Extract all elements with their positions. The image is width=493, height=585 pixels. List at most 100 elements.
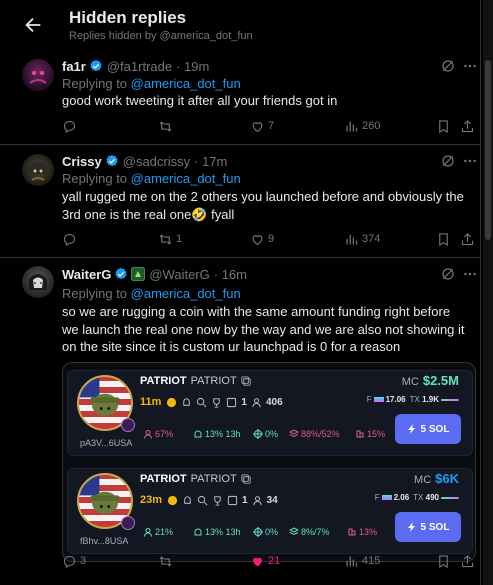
coin-row[interactable]: pA3V...6USA PATRIOT PATRIOT 11m 1 406 MC… (63, 367, 475, 457)
stat-value: 13% 13h (205, 429, 241, 439)
avatar[interactable] (22, 59, 54, 91)
tweet-time[interactable]: · 19m (176, 59, 209, 74)
coin-symbol: PATRIOT (190, 375, 237, 387)
author-row: WaiterG @WaiterG · 16m (62, 266, 247, 282)
author-name[interactable]: fa1r (62, 59, 86, 74)
author-handle[interactable]: @WaiterG (149, 267, 209, 282)
views-count: 260 (362, 120, 381, 132)
stat-value: 13% 13h (205, 527, 241, 537)
author-name[interactable]: WaiterG (62, 267, 111, 282)
mention-link[interactable]: @america_dot_fun (131, 76, 241, 91)
bookmark-icon (439, 554, 448, 568)
coin-meta: 23m 1 34 (140, 493, 282, 507)
reply-button[interactable] (62, 118, 80, 134)
views-button[interactable]: 260 (344, 118, 380, 134)
fees-bar-icon (373, 397, 384, 402)
unhide-reply-icon[interactable] (440, 153, 456, 169)
chef-icon[interactable] (181, 397, 192, 408)
avatar[interactable] (22, 266, 54, 298)
users-count: 34 (266, 494, 278, 506)
pump-icon (167, 495, 178, 505)
coin-address[interactable]: pA3V...6USA (80, 438, 132, 448)
crosshair-icon (253, 527, 263, 537)
bookmark-button[interactable] (436, 553, 451, 569)
author-handle[interactable]: @fa1rtrade (107, 59, 172, 74)
unhide-reply-icon[interactable] (440, 266, 456, 282)
share-button[interactable] (460, 118, 475, 134)
like-button[interactable]: 7 (250, 118, 274, 134)
more-options-icon[interactable] (462, 153, 478, 169)
reply-tweet[interactable]: WaiterG @WaiterG · 16m Replying to @amer… (0, 258, 480, 585)
coin-meta: 11m 1 406 (140, 395, 287, 409)
retweet-button[interactable]: 1 (158, 231, 182, 247)
market-cap: MC $6K (414, 471, 459, 486)
search-icon[interactable] (197, 495, 208, 506)
quick-buy-button[interactable]: 5 SOL (395, 512, 461, 542)
fees-label: F (366, 395, 372, 404)
quick-buy-button[interactable]: 5 SOL (395, 414, 461, 444)
coin-row[interactable]: fBhv...8USA PATRIOT PATRIOT 23m 1 34 MC … (63, 465, 475, 555)
reply-icon (63, 120, 76, 133)
copy-icon[interactable] (241, 375, 252, 387)
coin-name[interactable]: PATRIOT (140, 473, 187, 485)
more-options-icon[interactable] (462, 266, 478, 282)
stat-top-holders: 67% (139, 425, 177, 443)
share-icon (461, 554, 474, 567)
launchpad-card[interactable]: pA3V...6USA PATRIOT PATRIOT 11m 1 406 MC… (62, 362, 476, 562)
chef-icon[interactable] (182, 495, 193, 506)
tx-value: 490 (425, 493, 439, 502)
bookmark-button[interactable] (436, 118, 451, 134)
fees-label: F (374, 493, 380, 502)
unhide-reply-icon[interactable] (440, 58, 456, 74)
share-icon (461, 119, 474, 132)
coin-title: PATRIOT PATRIOT (140, 473, 252, 485)
share-icon (461, 232, 474, 245)
like-button[interactable]: 9 (250, 231, 274, 247)
tweet-time[interactable]: · 17m (194, 154, 227, 169)
like-button[interactable]: 21 (250, 553, 280, 569)
reply-button[interactable]: 3 (62, 553, 86, 569)
author-handle[interactable]: @sadcrissy (123, 154, 190, 169)
views-icon (346, 121, 358, 131)
pump-icon (167, 397, 177, 407)
back-arrow-icon[interactable] (22, 14, 44, 36)
retweet-button[interactable] (158, 553, 176, 569)
coin-name[interactable]: PATRIOT (140, 375, 187, 387)
chef-hat-icon (194, 430, 202, 438)
stat-bundles: 15% (351, 425, 389, 443)
tx-label: TX (409, 395, 420, 404)
coin-address[interactable]: fBhv...8USA (80, 536, 128, 546)
coin-platform-badge-icon (121, 516, 135, 530)
scrollbar-thumb[interactable] (485, 60, 491, 240)
more-options-icon[interactable] (462, 58, 478, 74)
stat-value: 67% (155, 429, 174, 439)
coin-title: PATRIOT PATRIOT (140, 375, 252, 387)
holders-count: 1 (242, 494, 248, 506)
bookmark-button[interactable] (436, 231, 451, 247)
affiliate-badge-icon[interactable] (131, 267, 146, 281)
verified-badge-icon (90, 59, 102, 72)
copy-icon[interactable] (241, 473, 252, 485)
mention-link[interactable]: @america_dot_fun (131, 286, 241, 301)
reply-tweet[interactable]: Crissy @sadcrissy · 17m Replying to @ame… (0, 145, 480, 258)
views-count: 374 (362, 233, 381, 245)
stat-value: 0% (265, 429, 279, 439)
like-count: 21 (268, 555, 281, 567)
reply-tweet[interactable]: fa1r @fa1rtrade · 19m Replying to @ameri… (0, 50, 480, 145)
tweet-actions: 1 9 374 (62, 231, 480, 247)
avatar[interactable] (22, 154, 54, 186)
views-button[interactable]: 415 (344, 553, 380, 569)
reply-button[interactable] (62, 231, 80, 247)
search-icon[interactable] (196, 397, 207, 408)
tweet-time[interactable]: · 16m (214, 267, 247, 282)
mention-link[interactable]: @america_dot_fun (131, 171, 241, 186)
author-name[interactable]: Crissy (62, 154, 102, 169)
share-button[interactable] (460, 553, 475, 569)
retweet-button[interactable] (158, 118, 176, 134)
market-cap-value: $2.5M (422, 373, 459, 388)
views-button[interactable]: 374 (344, 231, 380, 247)
person-icon (144, 528, 152, 537)
replying-to-label: Replying to (62, 286, 131, 301)
views-count: 415 (362, 555, 381, 567)
share-button[interactable] (460, 231, 475, 247)
